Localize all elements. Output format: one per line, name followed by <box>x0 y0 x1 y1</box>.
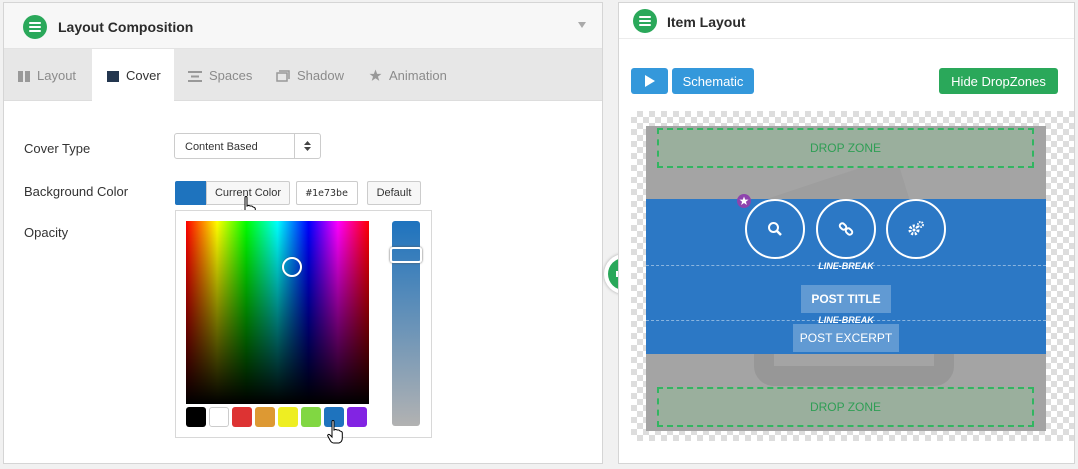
play-button[interactable] <box>631 68 668 94</box>
collapse-caret-icon[interactable] <box>578 22 586 28</box>
tab-layout[interactable]: Layout <box>18 49 76 101</box>
palette-swatch-yellow[interactable] <box>278 407 298 427</box>
tab-label: Cover <box>126 68 161 83</box>
current-color-swatch[interactable] <box>175 181 206 205</box>
tab-label: Shadow <box>297 67 344 83</box>
hand-cursor-icon <box>327 420 343 444</box>
play-icon <box>644 75 655 87</box>
cover-preview: DROP ZONE LINE-BREAK POST TITLE LINE-BRE… <box>646 126 1046 431</box>
drop-zone-top[interactable]: DROP ZONE <box>657 128 1034 168</box>
item-layout-panel: Item Layout Schematic Hide DropZones DRO… <box>618 2 1075 464</box>
opacity-label: Opacity <box>24 225 69 240</box>
palette-swatch-orange[interactable] <box>255 407 275 427</box>
drop-zone-bottom[interactable]: DROP ZONE <box>657 387 1034 427</box>
background-color-label: Background Color <box>24 184 129 199</box>
link-action-button[interactable] <box>816 199 876 259</box>
panel-title: Item Layout <box>667 14 746 30</box>
palette-swatch-white[interactable] <box>209 407 229 427</box>
tab-bar: Layout Cover Spaces Shadow Animation <box>4 49 602 102</box>
opacity-slider[interactable] <box>390 221 422 426</box>
line-break-marker: LINE-BREAK <box>818 261 874 271</box>
tab-label: Layout <box>37 67 77 83</box>
palette-swatch-red[interactable] <box>232 407 252 427</box>
gears-icon <box>908 221 924 236</box>
star-icon <box>369 69 382 82</box>
cover-type-value: Content Based <box>185 141 258 153</box>
favorite-badge-icon <box>737 194 751 208</box>
panel-header: Item Layout <box>619 3 1074 39</box>
color-selector-circle[interactable] <box>282 257 302 277</box>
columns-icon <box>18 70 30 82</box>
tab-animation[interactable]: Animation <box>369 49 447 101</box>
preview-canvas: DROP ZONE LINE-BREAK POST TITLE LINE-BRE… <box>631 111 1074 441</box>
menu-icon[interactable] <box>23 15 47 39</box>
layout-composition-panel: Layout Composition Layout Cover Spaces S… <box>3 2 603 464</box>
tab-label: Animation <box>389 67 447 83</box>
spaces-icon <box>188 70 202 82</box>
palette-swatch-black[interactable] <box>186 407 206 427</box>
panel-title: Layout Composition <box>58 19 194 35</box>
tab-cover[interactable]: Cover <box>92 49 174 102</box>
cover-overlay: LINE-BREAK POST TITLE LINE-BREAK POST EX… <box>646 194 1046 354</box>
color-picker <box>175 210 432 444</box>
tab-shadow[interactable]: Shadow <box>276 49 344 101</box>
opacity-slider-handle[interactable] <box>390 247 422 263</box>
gears-action-button[interactable] <box>886 199 946 259</box>
square-icon <box>107 70 119 82</box>
palette-swatch-purple[interactable] <box>347 407 367 427</box>
menu-icon[interactable] <box>633 9 657 33</box>
tab-label: Spaces <box>209 67 253 83</box>
post-excerpt-element[interactable]: POST EXCERPT <box>793 324 899 352</box>
search-action-button[interactable] <box>745 199 805 259</box>
color-spectrum[interactable] <box>186 221 369 404</box>
cover-type-label: Cover Type <box>24 141 91 156</box>
schematic-button[interactable]: Schematic <box>672 68 754 94</box>
tab-spaces[interactable]: Spaces <box>188 49 252 101</box>
cover-type-select[interactable]: Content Based <box>174 133 321 159</box>
link-icon <box>838 222 854 236</box>
default-button[interactable]: Default <box>367 181 421 205</box>
shadow-icon <box>276 69 290 82</box>
panel-header: Layout Composition <box>4 3 602 49</box>
select-arrows-icon <box>304 141 311 151</box>
palette-swatch-green[interactable] <box>301 407 321 427</box>
post-title-element[interactable]: POST TITLE <box>801 285 891 313</box>
hide-dropzones-button[interactable]: Hide DropZones <box>939 68 1058 94</box>
search-icon <box>768 222 782 236</box>
hex-input[interactable]: #1e73be <box>296 181 358 205</box>
